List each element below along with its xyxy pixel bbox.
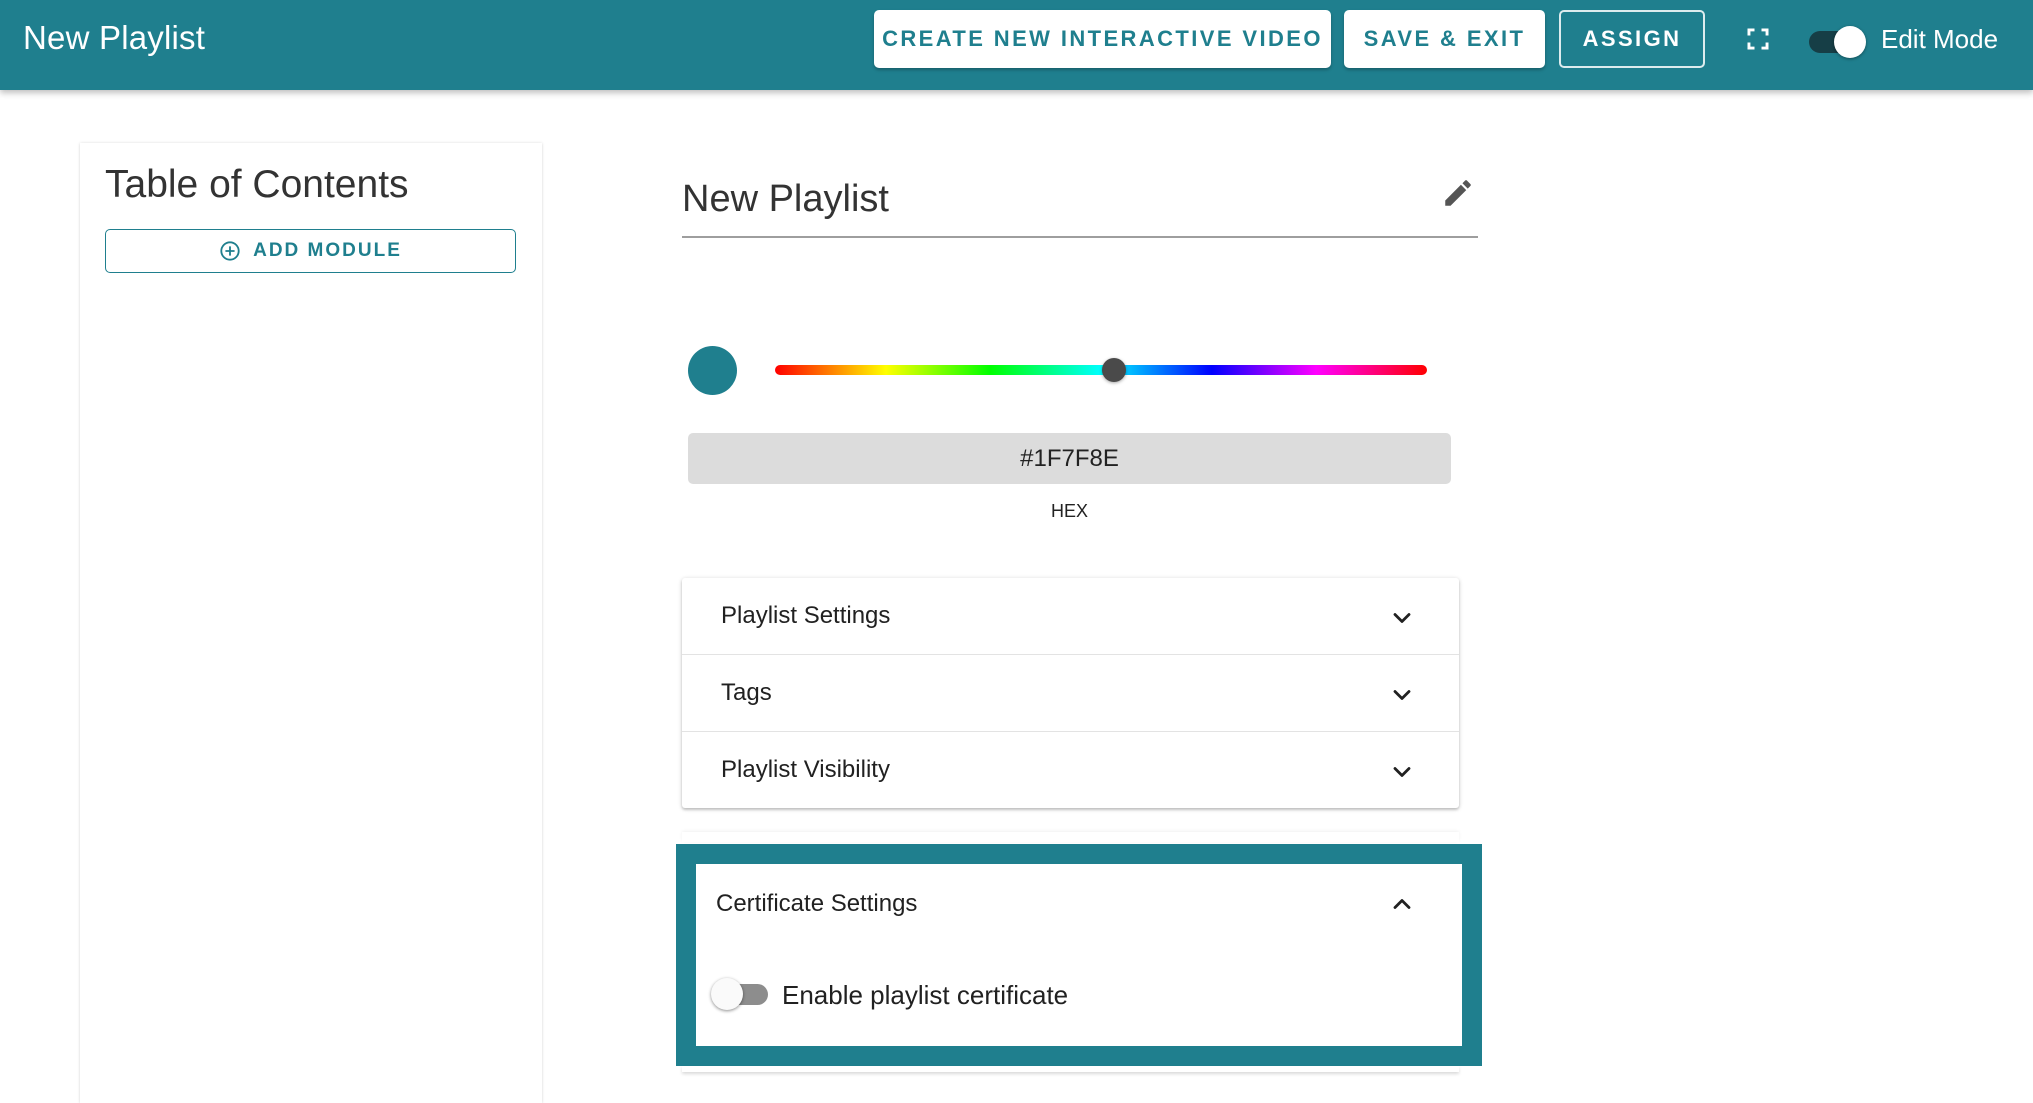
add-module-label: ADD MODULE [253,240,402,261]
accordion-label: Playlist Settings [721,602,891,629]
hue-slider-track [775,365,1427,375]
playlist-name-field[interactable]: New Playlist [682,178,889,221]
edit-mode-toggle-thumb [1834,26,1866,58]
accordion-label: Tags [721,679,772,706]
settings-accordion: Playlist Settings Tags Playlist Visibili… [682,578,1459,808]
certificate-settings-panel: Certificate Settings Enable playlist cer… [676,844,1482,1066]
playlist-name-underline [682,236,1478,238]
enable-certificate-label: Enable playlist certificate [782,980,1069,1010]
toc-title: Table of Contents [105,163,409,206]
add-module-button[interactable]: ADD MODULE [105,229,516,273]
assign-button[interactable]: ASSIGN [1559,10,1705,68]
certificate-toggle-thumb [711,978,743,1010]
app-title: New Playlist [23,19,206,56]
hue-slider-thumb[interactable] [1102,358,1126,382]
pencil-icon[interactable] [1441,176,1475,210]
hex-label: HEX [1050,501,1088,521]
accordion-playlist-visibility[interactable]: Playlist Visibility [682,732,1459,808]
hue-slider[interactable] [775,358,1427,382]
accordion-tags[interactable]: Tags [682,655,1459,731]
accordion-label: Playlist Visibility [721,756,890,783]
enable-certificate-toggle[interactable] [708,973,770,1013]
hex-color-input[interactable] [688,433,1451,484]
certificate-panel-bottom-edge [682,1066,1459,1072]
chevron-up-icon [1393,899,1411,909]
color-swatch [688,346,737,395]
chevron-down-icon [1393,613,1411,623]
chevron-down-icon [1393,767,1411,777]
accordion-playlist-settings[interactable]: Playlist Settings [682,578,1459,654]
edit-mode-label: Edit Mode [1881,24,1999,54]
add-circle-icon [220,241,240,261]
edit-mode-toggle[interactable] [1805,22,1866,58]
fullscreen-icon[interactable] [1744,25,1772,53]
accordion-certificate-settings[interactable]: Certificate Settings [696,864,1462,934]
table-of-contents-panel: Table of Contents ADD MODULE [80,143,542,1103]
certificate-panel-edge [682,832,1459,842]
save-exit-button[interactable]: SAVE & EXIT [1344,10,1545,68]
chevron-down-icon [1393,690,1411,700]
create-interactive-video-button[interactable]: CREATE NEW INTERACTIVE VIDEO [874,10,1331,68]
app-bar: New Playlist CREATE NEW INTERACTIVE VIDE… [0,0,2033,90]
certificate-settings-title: Certificate Settings [716,890,918,917]
